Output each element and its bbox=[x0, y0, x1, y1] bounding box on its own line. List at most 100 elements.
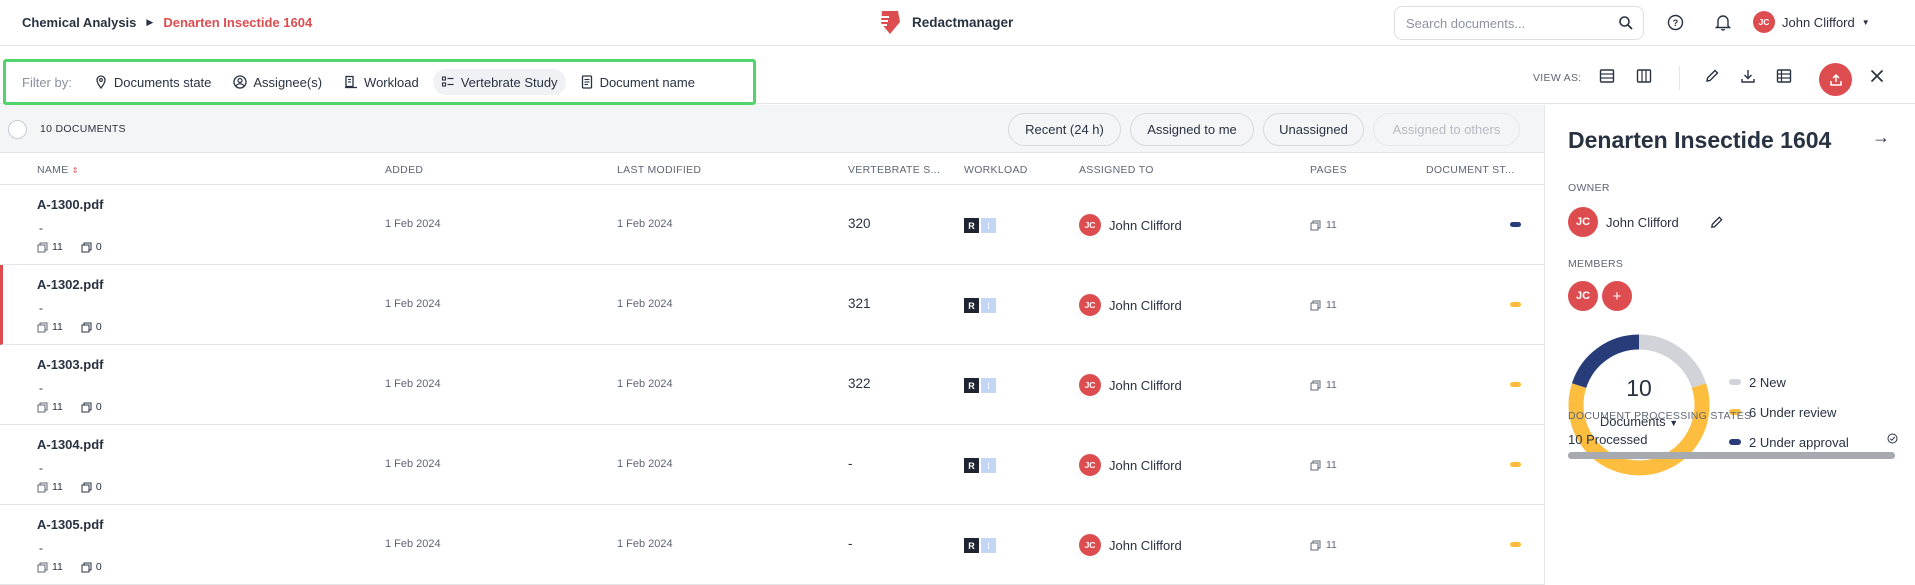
workload-i-badge: I bbox=[981, 218, 996, 233]
owner-avatar: JC bbox=[1568, 207, 1598, 237]
top-bar: Chemical Analysis ▶ Denarten Insectide 1… bbox=[0, 0, 1915, 46]
column-workload[interactable]: WORKLOAD bbox=[964, 164, 1028, 176]
column-vertebrate-study[interactable]: VERTEBRATE S... bbox=[848, 164, 940, 176]
filter-workload[interactable]: Workload bbox=[336, 69, 427, 95]
upload-button[interactable] bbox=[1819, 63, 1852, 96]
comment-count: 0 bbox=[95, 321, 102, 333]
pages-value: 11 bbox=[1326, 459, 1337, 471]
document-state-indicator bbox=[1510, 302, 1521, 307]
owner: JC John Clifford bbox=[1568, 207, 1724, 237]
list-view-icon[interactable] bbox=[1599, 68, 1615, 84]
pages-icon bbox=[37, 482, 48, 492]
page-count: 11 bbox=[52, 561, 63, 573]
bell-icon[interactable] bbox=[1715, 14, 1731, 31]
processing-label: DOCUMENT PROCESSING STATES bbox=[1568, 410, 1752, 422]
vertebrate-study-value: - bbox=[848, 456, 853, 471]
donut-total: 10 bbox=[1626, 375, 1652, 401]
logo-icon bbox=[878, 11, 900, 34]
column-last-modified[interactable]: LAST MODIFIED bbox=[617, 164, 701, 176]
panel-title: Denarten Insectide 1604 bbox=[1568, 127, 1832, 153]
column-view-icon[interactable] bbox=[1636, 68, 1652, 84]
vertebrate-study-value: 320 bbox=[848, 216, 871, 231]
workload-badges: RI bbox=[964, 378, 996, 393]
user-menu[interactable]: JC John Clifford ▼ bbox=[1753, 11, 1870, 33]
modified-date: 1 Feb 2024 bbox=[617, 378, 673, 390]
pages-icon bbox=[1310, 540, 1321, 550]
member-avatar[interactable]: JC bbox=[1568, 281, 1598, 311]
legend-swatch bbox=[1729, 379, 1741, 385]
filter-documents-state[interactable]: Documents state bbox=[86, 69, 220, 95]
file-name[interactable]: A-1304.pdf bbox=[37, 437, 103, 452]
added-date: 1 Feb 2024 bbox=[385, 378, 441, 390]
assignee-name: John Clifford bbox=[1109, 457, 1182, 473]
file-name[interactable]: A-1303.pdf bbox=[37, 357, 103, 372]
add-member-button[interactable]: + bbox=[1602, 281, 1632, 311]
quick-filter-recent[interactable]: Recent (24 h) bbox=[1008, 113, 1121, 146]
document-count: 10 DOCUMENTS bbox=[40, 123, 126, 135]
filter-label-text: Documents state bbox=[113, 74, 212, 90]
select-all-checkbox[interactable] bbox=[8, 120, 27, 139]
breadcrumb-parent[interactable]: Chemical Analysis bbox=[22, 15, 136, 30]
assignee[interactable]: JC John Clifford bbox=[1079, 534, 1182, 556]
document-state-indicator bbox=[1510, 542, 1521, 547]
file-name[interactable]: A-1300.pdf bbox=[37, 197, 103, 212]
filter-document-name[interactable]: Document name bbox=[572, 69, 703, 95]
file-meta: 11 0 bbox=[37, 321, 102, 333]
check-circle-icon[interactable] bbox=[1887, 433, 1898, 444]
pages-icon bbox=[37, 322, 48, 332]
assignee[interactable]: JC John Clifford bbox=[1079, 374, 1182, 396]
table-row[interactable]: A-1304.pdf -11 0 1 Feb 2024 1 Feb 2024- R I JC J… bbox=[0, 425, 1544, 505]
search-input[interactable] bbox=[1395, 7, 1605, 39]
quick-filter-assigned-to-others[interactable]: Assigned to others bbox=[1373, 113, 1520, 146]
comments-icon bbox=[81, 322, 92, 332]
avatar: JC bbox=[1079, 294, 1101, 316]
file-meta: 11 0 bbox=[37, 241, 102, 253]
close-icon[interactable] bbox=[1869, 68, 1885, 84]
workload-badges: RI bbox=[964, 538, 996, 553]
pages-cell: 11 bbox=[1310, 459, 1337, 471]
pages-icon bbox=[1310, 460, 1321, 470]
workload-i-badge: I bbox=[981, 458, 996, 473]
table-row[interactable]: A-1303.pdf -11 0 1 Feb 2024 1 Feb 2024 322 R I J… bbox=[0, 345, 1544, 425]
brand[interactable]: Redactmanager bbox=[876, 8, 1013, 36]
quick-filter-unassigned[interactable]: Unassigned bbox=[1263, 113, 1364, 146]
column-added[interactable]: ADDED bbox=[385, 164, 423, 176]
edit-owner-icon[interactable] bbox=[1709, 215, 1724, 230]
download-icon[interactable] bbox=[1740, 68, 1756, 84]
owner-label: OWNER bbox=[1568, 182, 1610, 194]
legend-item[interactable]: 2 New bbox=[1729, 367, 1849, 397]
comment-count: 0 bbox=[95, 401, 102, 413]
table-icon[interactable] bbox=[1776, 68, 1792, 84]
filter-vertebrate-study[interactable]: Vertebrate Study bbox=[432, 69, 566, 95]
table-row[interactable]: A-1305.pdf -11 0 1 Feb 2024 1 Feb 2024- R I JC J… bbox=[0, 505, 1544, 585]
quick-filter-assigned-to-me[interactable]: Assigned to me bbox=[1130, 113, 1254, 146]
filter-bar: Filter by: Documents state Assignee(s) W… bbox=[0, 46, 1915, 105]
edit-icon[interactable] bbox=[1704, 68, 1720, 84]
column-name[interactable]: NAME ⇕ bbox=[37, 164, 79, 176]
pages-value: 11 bbox=[1326, 379, 1337, 391]
file-meta: 11 0 bbox=[37, 481, 102, 493]
pages-cell: 11 bbox=[1310, 299, 1337, 311]
table-row[interactable]: A-1300.pdf -11 0 1 Feb 2024 1 Feb 2024 320 R I J… bbox=[0, 185, 1544, 265]
file-name[interactable]: A-1305.pdf bbox=[37, 517, 103, 532]
page-count: 11 bbox=[52, 321, 63, 333]
search-icon[interactable] bbox=[1618, 15, 1634, 31]
legend-label: 2 Under approval bbox=[1749, 434, 1849, 450]
members-label: MEMBERS bbox=[1568, 258, 1624, 270]
help-icon[interactable]: ? bbox=[1667, 14, 1684, 31]
assignee[interactable]: JC John Clifford bbox=[1079, 214, 1182, 236]
breadcrumb-current[interactable]: Denarten Insectide 1604 bbox=[163, 15, 312, 30]
column-assigned-to[interactable]: ASSIGNED TO bbox=[1079, 164, 1154, 176]
assignee[interactable]: JC John Clifford bbox=[1079, 454, 1182, 476]
assignee-name: John Clifford bbox=[1109, 377, 1182, 393]
table-row[interactable]: A-1302.pdf -11 0 1 Feb 2024 1 Feb 2024 321 R I J… bbox=[0, 265, 1544, 345]
avatar: JC bbox=[1079, 214, 1101, 236]
avatar: JC bbox=[1079, 454, 1101, 476]
column-pages[interactable]: PAGES bbox=[1310, 164, 1347, 176]
list-icon bbox=[441, 76, 454, 87]
arrow-right-icon[interactable]: → bbox=[1872, 127, 1890, 148]
assignee[interactable]: JC John Clifford bbox=[1079, 294, 1182, 316]
file-name[interactable]: A-1302.pdf bbox=[37, 277, 103, 292]
filter-assignees[interactable]: Assignee(s) bbox=[225, 69, 330, 95]
column-document-state[interactable]: DOCUMENT ST... bbox=[1426, 164, 1515, 176]
